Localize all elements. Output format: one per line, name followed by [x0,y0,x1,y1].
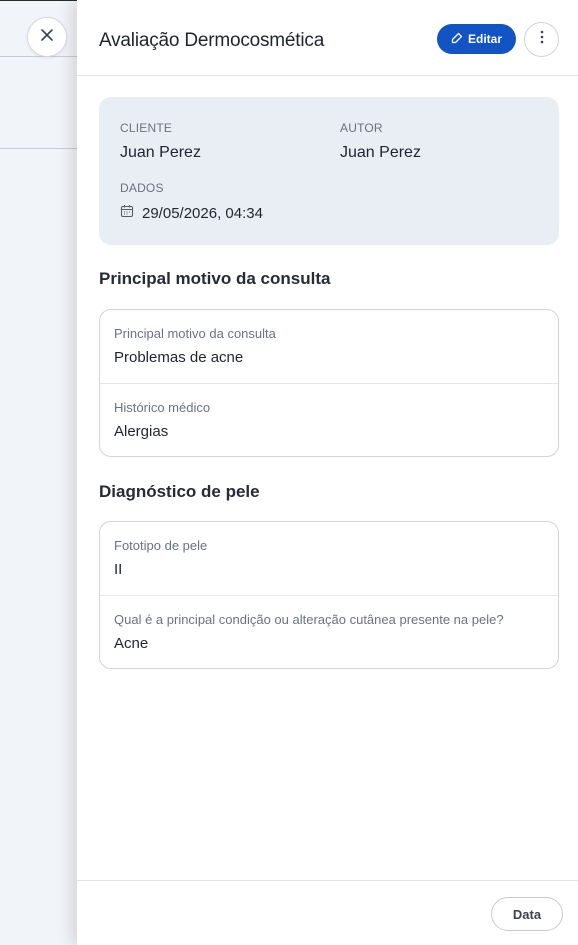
field-value: II [114,561,123,578]
drawer-footer: Data [77,880,578,945]
field-label: Qual é a principal condição ou alteração… [114,612,504,627]
date-value: 29/05/2026, 04:34 [142,204,263,222]
field-divider [100,595,558,596]
background-divider [0,148,80,149]
drawer-header: Avaliação Dermocosmética Editar [77,0,578,76]
more-options-button[interactable] [524,22,559,57]
fields-card: Fototipo de pele II Qual é a principal c… [99,521,559,669]
field-value: Alergias [114,423,169,440]
field-label: Histórico médico [114,400,211,415]
data-label: DADOS [120,181,164,195]
section-title: Diagnóstico de pele [99,482,260,501]
author-value: Juan Perez [340,144,421,161]
field-value: Acne [114,635,149,652]
edit-button-label: Editar [467,32,502,46]
date-row: 29/05/2026, 04:34 [120,204,263,222]
background-divider [0,56,80,57]
edit-icon [451,32,463,47]
close-icon [40,28,54,47]
data-button[interactable]: Data [491,897,563,931]
edit-button[interactable]: Editar [437,24,516,54]
field-label: Principal motivo da consulta [114,326,276,341]
calendar-icon [120,204,134,222]
field-value: Problemas de acne [114,349,244,366]
summary-card: CLIENTE Juan Perez AUTOR Juan Perez DADO… [99,97,559,245]
detail-drawer: Avaliação Dermocosmética Editar CLIENTE … [77,0,578,945]
drawer-title: Avaliação Dermocosmética [99,30,325,51]
close-button[interactable] [27,17,67,57]
section-title: Principal motivo da consulta [99,269,331,288]
fields-card: Principal motivo da consulta Problemas d… [99,309,559,457]
field-divider [100,383,558,384]
more-vertical-icon [540,30,544,49]
client-value: Juan Perez [120,144,201,161]
author-label: AUTOR [340,121,383,135]
field-label: Fototipo de pele [114,538,208,553]
client-label: CLIENTE [120,121,173,135]
